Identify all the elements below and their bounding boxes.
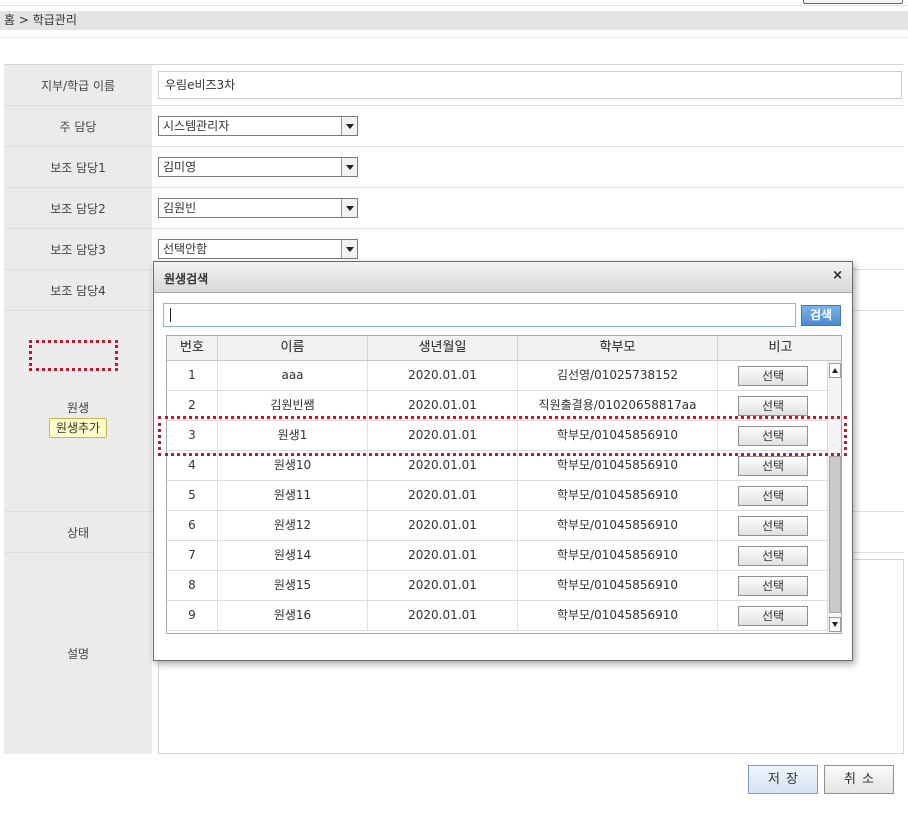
- scroll-thumb[interactable]: [829, 456, 841, 613]
- table-row: 5 원생11 2020.01.01 학부모/01045856910 선택: [167, 481, 827, 511]
- cell-parent: 김선영/01025738152: [518, 361, 718, 390]
- grid-scrollbar[interactable]: [827, 361, 841, 633]
- cell-name: 원생16: [218, 601, 368, 630]
- chevron-down-icon: [341, 240, 357, 258]
- table-row: 8 원생15 2020.01.01 학부모/01045856910 선택: [167, 571, 827, 601]
- cell-parent: 학부모/01045856910: [518, 511, 718, 540]
- assistant3-label: 보조 담당3: [4, 229, 152, 269]
- select-button[interactable]: 선택: [738, 396, 808, 416]
- cell-birth: 2020.01.01: [368, 481, 518, 510]
- select-button[interactable]: 선택: [738, 456, 808, 476]
- main-manager-value: 시스템관리자: [163, 119, 230, 133]
- select-button[interactable]: 선택: [738, 576, 808, 596]
- sub-divider: [0, 37, 908, 38]
- search-button[interactable]: 검색: [801, 305, 841, 326]
- chevron-down-icon: [341, 158, 357, 176]
- cell-no: 6: [167, 511, 218, 540]
- column-header-birth: 생년월일: [368, 336, 518, 360]
- table-row: 6 원생12 2020.01.01 학부모/01045856910 선택: [167, 511, 827, 541]
- cell-birth: 2020.01.01: [368, 571, 518, 600]
- form-row-assistant2: 보조 담당2 김원빈: [4, 188, 904, 229]
- cell-birth: 2020.01.01: [368, 511, 518, 540]
- modal-title: 원생검색: [164, 272, 209, 286]
- form-row-class-name: 지부/학급 이름 우림e비즈3차: [4, 65, 904, 106]
- save-button[interactable]: 저장: [748, 765, 818, 794]
- cell-name: 원생11: [218, 481, 368, 510]
- breadcrumb: 홈 > 학급관리: [0, 11, 908, 30]
- cell-name: aaa: [218, 361, 368, 390]
- grid-header: 번호 이름 생년월일 학부모 비고: [167, 336, 841, 361]
- assistant2-label: 보조 담당2: [4, 188, 152, 228]
- highlight-row-3: [158, 416, 847, 456]
- main-manager-label: 주 담당: [4, 106, 152, 146]
- assistant1-value: 김미영: [163, 160, 197, 174]
- student-search-modal: 원생검색 × 검색 번호 이름 생년월일 학부모 비고 1 aaa 2020.0…: [153, 261, 853, 661]
- cell-name: 원생14: [218, 541, 368, 570]
- add-student-button[interactable]: 원생추가: [48, 417, 108, 438]
- cell-parent: 학부모/01045856910: [518, 481, 718, 510]
- select-button[interactable]: 선택: [738, 366, 808, 386]
- cell-no: 9: [167, 601, 218, 630]
- status-label: 상태: [4, 512, 152, 552]
- highlight-add-student: [29, 340, 118, 371]
- table-row: 7 원생14 2020.01.01 학부모/01045856910 선택: [167, 541, 827, 571]
- cell-parent: 학부모/01045856910: [518, 571, 718, 600]
- form-row-assistant1: 보조 담당1 김미영: [4, 147, 904, 188]
- column-header-name: 이름: [218, 336, 368, 360]
- cell-name: 원생12: [218, 511, 368, 540]
- column-header-note: 비고: [768, 340, 793, 355]
- top-button-fragment[interactable]: [803, 0, 903, 4]
- chevron-down-icon: [341, 117, 357, 135]
- cell-parent: 학부모/01045856910: [518, 601, 718, 630]
- form-row-main-manager: 주 담당 시스템관리자: [4, 106, 904, 147]
- class-name-input[interactable]: 우림e비즈3차: [158, 71, 902, 99]
- scroll-up-icon[interactable]: [829, 363, 841, 378]
- cell-no: 8: [167, 571, 218, 600]
- chevron-down-icon: [341, 199, 357, 217]
- assistant2-value: 김원빈: [163, 201, 197, 215]
- select-button[interactable]: 선택: [738, 546, 808, 566]
- description-label: 설명: [4, 553, 152, 754]
- column-header-no: 번호: [167, 336, 218, 360]
- assistant4-label: 보조 담당4: [4, 270, 152, 310]
- select-button[interactable]: 선택: [738, 606, 808, 626]
- close-icon[interactable]: ×: [832, 268, 843, 283]
- students-label: 원생: [66, 400, 90, 415]
- cancel-button[interactable]: 취소: [824, 765, 894, 794]
- assistant1-label: 보조 담당1: [4, 147, 152, 187]
- assistant1-select[interactable]: 김미영: [158, 157, 358, 177]
- select-button[interactable]: 선택: [738, 486, 808, 506]
- cell-no: 1: [167, 361, 218, 390]
- cell-birth: 2020.01.01: [368, 601, 518, 630]
- class-name-label: 지부/학급 이름: [4, 65, 152, 105]
- main-manager-select[interactable]: 시스템관리자: [158, 116, 358, 136]
- assistant2-select[interactable]: 김원빈: [158, 198, 358, 218]
- column-header-parent: 학부모: [518, 336, 718, 360]
- table-row: 1 aaa 2020.01.01 김선영/01025738152 선택: [167, 361, 827, 391]
- cell-no: 5: [167, 481, 218, 510]
- top-divider: [0, 5, 908, 6]
- scroll-down-icon[interactable]: [829, 617, 841, 632]
- assistant3-select[interactable]: 선택안함: [158, 239, 358, 259]
- cell-no: 7: [167, 541, 218, 570]
- assistant3-value: 선택안함: [163, 242, 208, 256]
- cell-name: 원생15: [218, 571, 368, 600]
- modal-header: 원생검색 ×: [154, 262, 852, 293]
- cell-parent: 학부모/01045856910: [518, 541, 718, 570]
- student-grid: 번호 이름 생년월일 학부모 비고 1 aaa 2020.01.01 김선영/0…: [166, 335, 842, 634]
- cell-birth: 2020.01.01: [368, 361, 518, 390]
- student-search-input[interactable]: [163, 303, 796, 327]
- text-caret: [170, 307, 171, 322]
- table-row: 9 원생16 2020.01.01 학부모/01045856910 선택: [167, 601, 827, 631]
- select-button[interactable]: 선택: [738, 516, 808, 536]
- cell-birth: 2020.01.01: [368, 541, 518, 570]
